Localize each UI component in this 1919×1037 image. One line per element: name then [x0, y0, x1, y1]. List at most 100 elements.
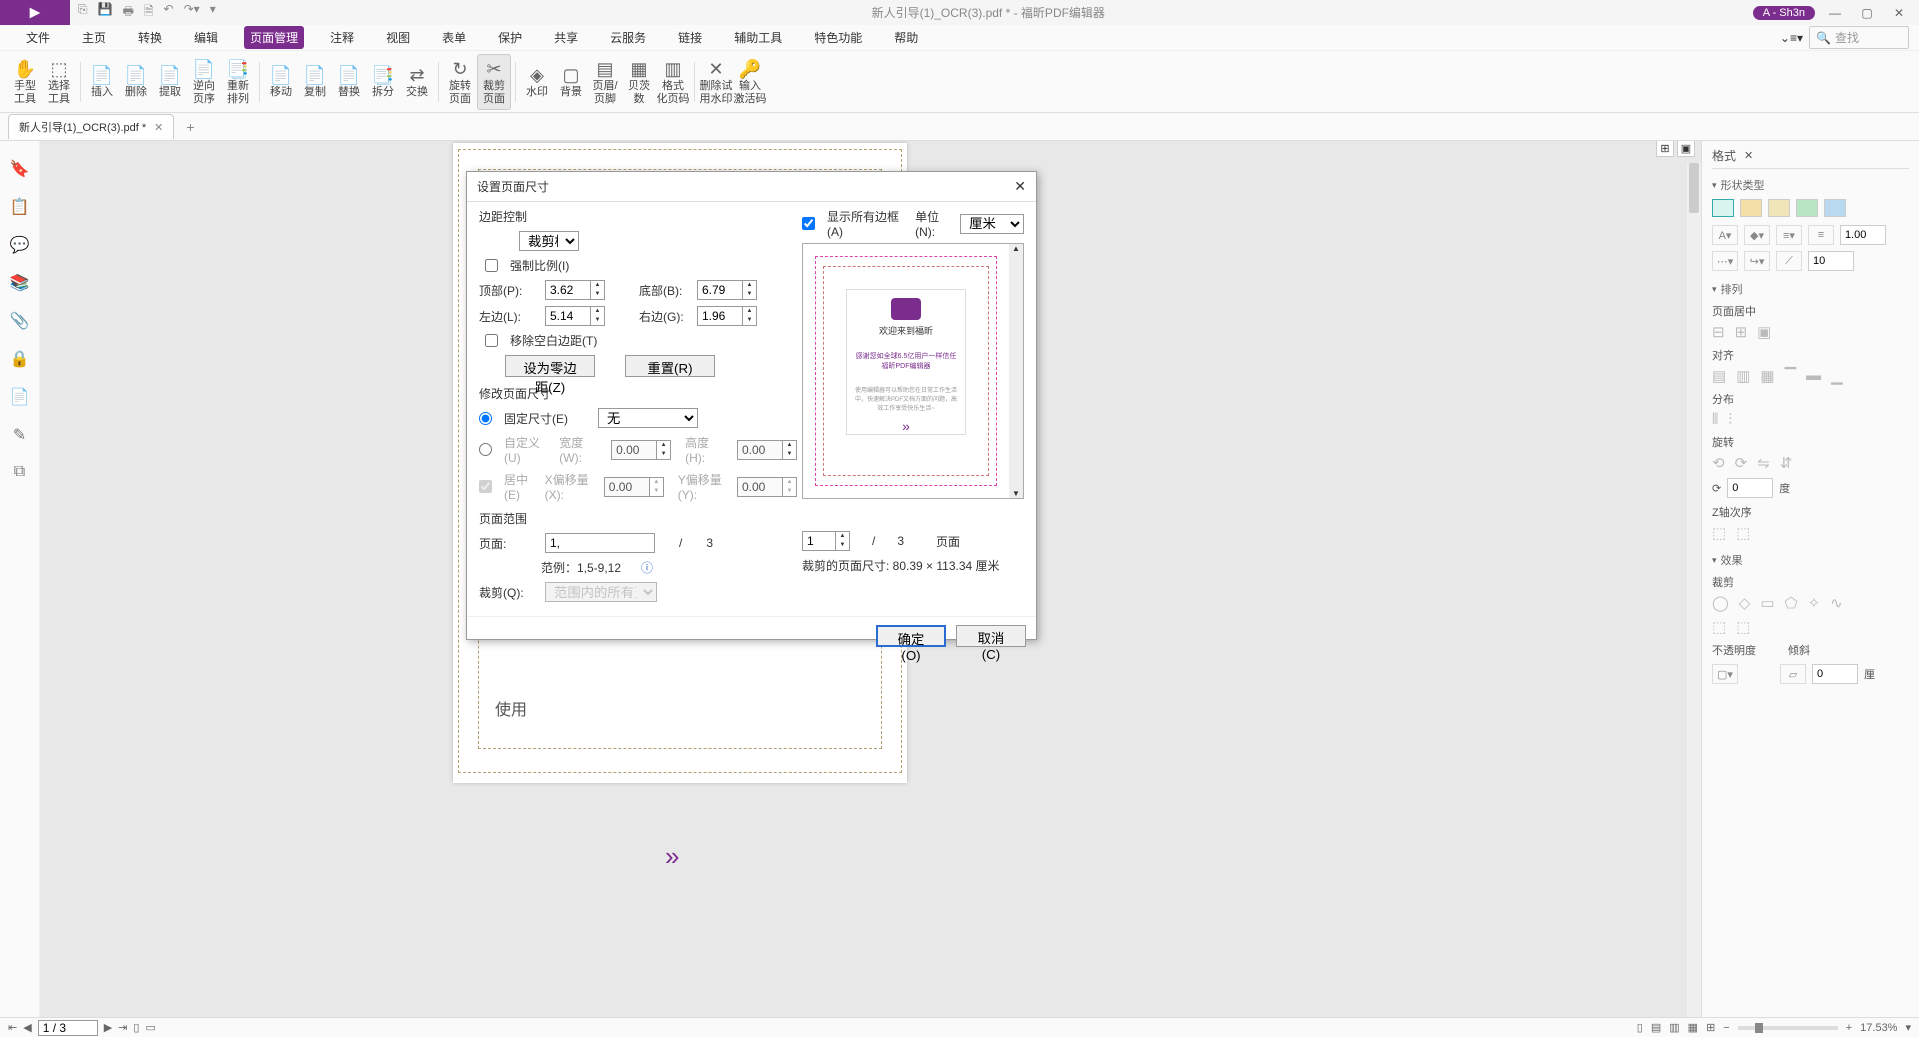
ribbon-裁剪页面[interactable]: ✂裁剪 页面 [477, 54, 511, 110]
zoom-out-icon[interactable]: − [1723, 1022, 1729, 1034]
tab-close-icon[interactable]: ✕ [154, 121, 163, 134]
ribbon-移动[interactable]: 📄移动 [264, 54, 298, 110]
align-left-icon[interactable]: ▤ [1712, 367, 1726, 385]
menu-链接[interactable]: 链接 [672, 26, 708, 49]
menu-表单[interactable]: 表单 [436, 26, 472, 49]
view-cont-two-icon[interactable]: ▦ [1688, 1021, 1698, 1034]
right-spinner[interactable]: ▲▼ [743, 306, 757, 326]
menu-视图[interactable]: 视图 [380, 26, 416, 49]
view-thumb-icon[interactable]: ⊞ [1706, 1021, 1715, 1034]
dash-style-picker[interactable]: ⋯▾ [1712, 251, 1738, 271]
zoom-dropdown-icon[interactable]: ▾ [1905, 1021, 1911, 1034]
center-h-icon[interactable]: ⊟ [1712, 323, 1725, 341]
center-v-icon[interactable]: ⊞ [1735, 323, 1748, 341]
sidebar-icon-4[interactable]: 📎 [10, 311, 30, 331]
ribbon-贝茨数[interactable]: ▦贝茨 数 [622, 54, 656, 110]
ribbon-逆向页序[interactable]: 📄逆向 页序 [187, 54, 221, 110]
align-right-icon[interactable]: ▦ [1760, 367, 1774, 385]
rotate-right-icon[interactable]: ⟳ [1735, 454, 1748, 472]
page-layout2-icon[interactable]: ▭ [145, 1021, 155, 1034]
prev-page-icon[interactable]: ◀ [23, 1021, 31, 1034]
view-grid-icon[interactable]: ⊞ [1656, 141, 1674, 157]
rotate-left-icon[interactable]: ⟲ [1712, 454, 1725, 472]
reset-button[interactable]: 重置(R) [625, 355, 715, 377]
new-tab-button[interactable]: + [186, 119, 194, 135]
ribbon-页眉/页脚[interactable]: ▤页眉/ 页脚 [588, 54, 622, 110]
menu-转换[interactable]: 转换 [132, 26, 168, 49]
qat-doc-icon[interactable]: 🗎 [144, 2, 154, 23]
qat-save-icon[interactable]: 💾 [98, 2, 113, 23]
last-page-icon[interactable]: ⇥ [118, 1021, 127, 1034]
center-both-icon[interactable]: ▣ [1757, 323, 1771, 341]
align-middle-icon[interactable]: ▬ [1806, 367, 1821, 385]
zoom-slider[interactable] [1738, 1026, 1838, 1030]
crop-custom2-icon[interactable]: ⬚ [1736, 618, 1750, 636]
user-badge[interactable]: A - Sh3n [1753, 6, 1815, 20]
ribbon-输入激活码[interactable]: 🔑输入 激活码 [733, 54, 767, 110]
custom-size-radio[interactable] [479, 443, 492, 456]
ribbon-插入[interactable]: 📄插入 [85, 54, 119, 110]
unit-select[interactable]: 厘米 [960, 214, 1024, 234]
crop-star-icon[interactable]: ✧ [1808, 594, 1821, 612]
swatch-2[interactable] [1768, 199, 1790, 217]
collapse-ribbon-icon[interactable]: ⌄≡▾ [1780, 31, 1803, 45]
flip-v-icon[interactable]: ⇵ [1780, 454, 1793, 472]
ribbon-复制[interactable]: 📄复制 [298, 54, 332, 110]
line-width-input[interactable] [1840, 225, 1886, 245]
page-layout1-icon[interactable]: ▯ [133, 1021, 139, 1034]
view-two-icon[interactable]: ▥ [1669, 1021, 1679, 1034]
ribbon-重新排列[interactable]: 📑重新 排列 [221, 54, 255, 110]
menu-编辑[interactable]: 编辑 [188, 26, 224, 49]
sidebar-icon-3[interactable]: 📚 [10, 273, 30, 293]
dialog-close-icon[interactable]: ✕ [1014, 178, 1026, 195]
menu-帮助[interactable]: 帮助 [888, 26, 924, 49]
crop-type-select[interactable]: 裁剪框 [519, 231, 579, 251]
align-bottom-icon[interactable]: ▁ [1831, 367, 1843, 385]
sidebar-icon-2[interactable]: 💬 [10, 235, 30, 255]
menu-主页[interactable]: 主页 [76, 26, 112, 49]
sidebar-icon-1[interactable]: 📋 [10, 197, 30, 217]
menu-页面管理[interactable]: 页面管理 [244, 26, 304, 49]
minimize-icon[interactable]: — [1823, 6, 1847, 20]
fixed-size-select[interactable]: 无 [598, 408, 698, 428]
menu-共享[interactable]: 共享 [548, 26, 584, 49]
top-input[interactable] [545, 280, 591, 300]
opacity-picker[interactable]: ▢▾ [1712, 664, 1738, 684]
swatch-0[interactable] [1712, 199, 1734, 217]
crop-custom1-icon[interactable]: ⬚ [1712, 618, 1726, 636]
outline-color-picker[interactable]: ◆▾ [1744, 225, 1770, 245]
menu-特色功能[interactable]: 特色功能 [808, 26, 868, 49]
bottom-spinner[interactable]: ▲▼ [743, 280, 757, 300]
fill-color-picker[interactable]: A▾ [1712, 225, 1738, 245]
ribbon-选择工具[interactable]: ⬚选择 工具 [42, 54, 76, 110]
flip-h-icon[interactable]: ⇋ [1757, 454, 1770, 472]
preview-page-spinner[interactable]: ▲▼ [836, 531, 850, 551]
angle-input[interactable] [1808, 251, 1854, 271]
ribbon-手型工具[interactable]: ✋手型 工具 [8, 54, 42, 110]
left-input[interactable] [545, 306, 591, 326]
qat-undo-icon[interactable]: ↶ [164, 2, 174, 23]
sidebar-icon-6[interactable]: 📄 [10, 387, 30, 407]
arrow-style-picker[interactable]: ↪▾ [1744, 251, 1770, 271]
ribbon-替换[interactable]: 📄替换 [332, 54, 366, 110]
first-page-icon[interactable]: ⇤ [8, 1021, 17, 1034]
qat-open-icon[interactable]: ⎘ [78, 2, 88, 23]
format-panel-tab[interactable]: 格式 [1712, 147, 1736, 164]
ribbon-提取[interactable]: 📄提取 [153, 54, 187, 110]
crop-wave-icon[interactable]: ∿ [1830, 594, 1843, 612]
qat-print-icon[interactable]: 🖶 [123, 2, 134, 23]
distribute-v-icon[interactable]: ⫶ [1728, 411, 1732, 428]
next-page-icon[interactable]: ▶ [104, 1021, 112, 1034]
page-nav-input[interactable] [38, 1020, 98, 1036]
send-back-icon[interactable]: ⬚ [1736, 524, 1750, 542]
menu-云服务[interactable]: 云服务 [604, 26, 652, 49]
view-fit-icon[interactable]: ▣ [1677, 141, 1695, 157]
ribbon-删除[interactable]: 📄删除 [119, 54, 153, 110]
crop-pentagon-icon[interactable]: ⬠ [1785, 594, 1798, 612]
bring-front-icon[interactable]: ⬚ [1712, 524, 1726, 542]
bottom-input[interactable] [697, 280, 743, 300]
menu-注释[interactable]: 注释 [324, 26, 360, 49]
ribbon-交换[interactable]: ⇄交换 [400, 54, 434, 110]
menu-保护[interactable]: 保护 [492, 26, 528, 49]
ribbon-格式化页码[interactable]: ▥格式 化页码 [656, 54, 690, 110]
